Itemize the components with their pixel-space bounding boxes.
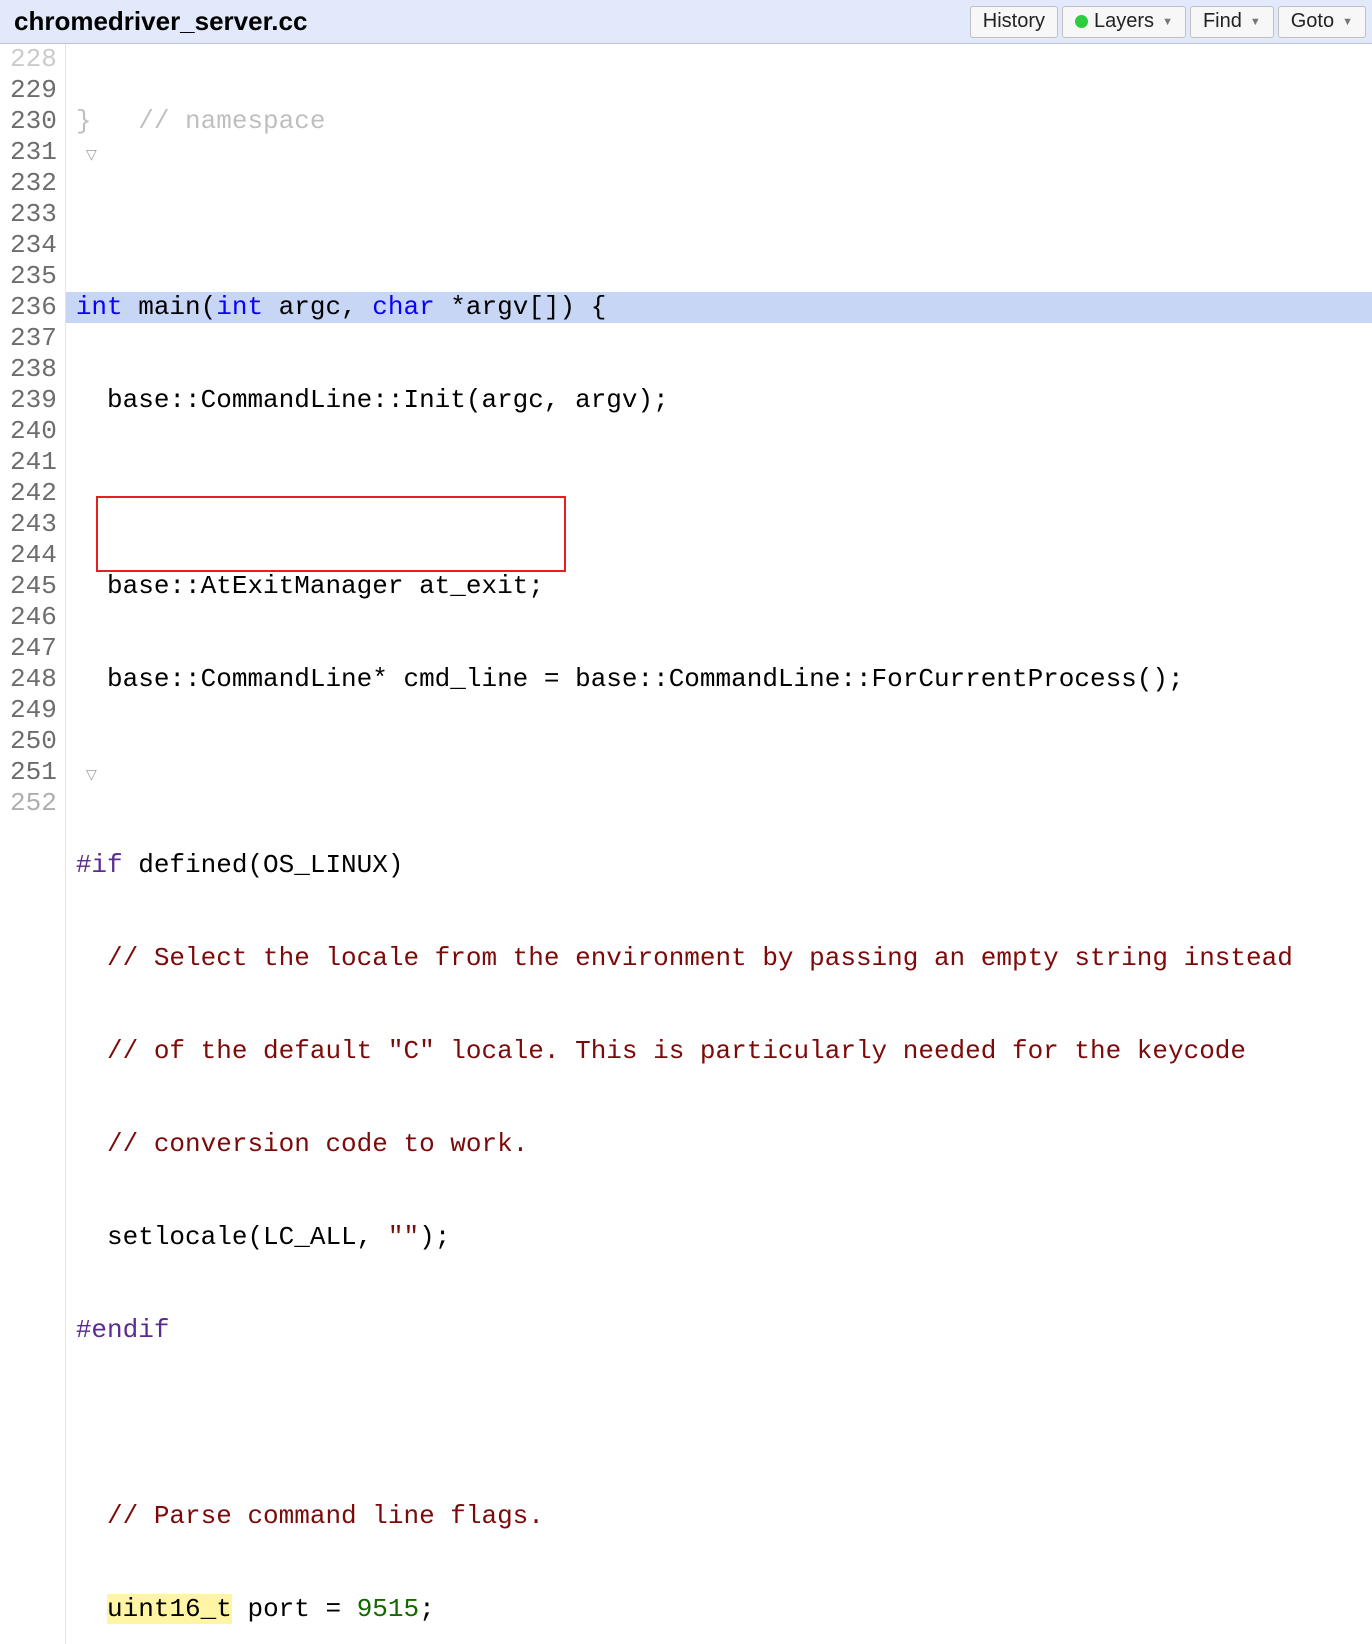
- code-line[interactable]: [66, 478, 1372, 509]
- goto-label: Goto: [1291, 10, 1334, 33]
- line-number: 239: [10, 385, 57, 416]
- code-line[interactable]: #endif: [66, 1315, 1372, 1346]
- line-number: 248: [10, 664, 57, 695]
- code-line[interactable]: // conversion code to work.: [66, 1129, 1372, 1160]
- code-line[interactable]: [66, 1408, 1372, 1439]
- line-number: 246: [10, 602, 57, 633]
- line-number: 240: [10, 416, 57, 447]
- line-number: 228: [10, 44, 57, 75]
- code-line[interactable]: #if defined(OS_LINUX): [66, 850, 1372, 881]
- line-number: 245: [10, 571, 57, 602]
- line-number: 243: [10, 509, 57, 540]
- code-content[interactable]: } // namespace int main(int argc, char *…: [66, 44, 1372, 1644]
- line-number-gutter: 228 229 230 231 232 233 234 235 236 237 …: [0, 44, 66, 1644]
- line-number: 238: [10, 354, 57, 385]
- code-line[interactable]: [66, 199, 1372, 230]
- fold-toggle-icon[interactable]: ▽: [86, 761, 97, 792]
- history-button[interactable]: History: [970, 6, 1058, 38]
- line-number: 229: [10, 75, 57, 106]
- filename-label: chromedriver_server.cc: [14, 6, 307, 37]
- line-number: 247: [10, 633, 57, 664]
- chevron-down-icon: ▼: [1250, 16, 1261, 28]
- toolbar: History Layers ▼ Find ▼ Goto ▼: [970, 6, 1366, 38]
- code-line[interactable]: uint16_t port = 9515;: [66, 1594, 1372, 1625]
- history-label: History: [983, 10, 1045, 33]
- line-number: 251: [10, 757, 57, 788]
- code-viewer[interactable]: 228 229 230 231 232 233 234 235 236 237 …: [0, 44, 1372, 1644]
- line-number: 230: [10, 106, 57, 137]
- line-number: 250: [10, 726, 57, 757]
- line-number: 231: [10, 137, 57, 168]
- code-line[interactable]: setlocale(LC_ALL, "");: [66, 1222, 1372, 1253]
- code-line[interactable]: base::CommandLine* cmd_line = base::Comm…: [66, 664, 1372, 695]
- line-number: 249: [10, 695, 57, 726]
- find-button[interactable]: Find ▼: [1190, 6, 1274, 38]
- status-dot-icon: [1075, 15, 1088, 28]
- layers-button[interactable]: Layers ▼: [1062, 6, 1186, 38]
- goto-button[interactable]: Goto ▼: [1278, 6, 1366, 38]
- line-number: 241: [10, 447, 57, 478]
- code-line[interactable]: [66, 757, 1372, 788]
- line-number: 237: [10, 323, 57, 354]
- code-line[interactable]: } // namespace: [66, 106, 1372, 137]
- code-line[interactable]: base::AtExitManager at_exit;: [66, 571, 1372, 602]
- code-line[interactable]: base::CommandLine::Init(argc, argv);: [66, 385, 1372, 416]
- line-number: 244: [10, 540, 57, 571]
- code-line[interactable]: // Parse command line flags.: [66, 1501, 1372, 1532]
- line-number: 232: [10, 168, 57, 199]
- layers-label: Layers: [1094, 10, 1154, 33]
- header-bar: chromedriver_server.cc History Layers ▼ …: [0, 0, 1372, 44]
- code-line-highlighted[interactable]: int main(int argc, char *argv[]) {: [66, 292, 1372, 323]
- chevron-down-icon: ▼: [1162, 16, 1173, 28]
- line-number: 236: [10, 292, 57, 323]
- code-line[interactable]: // Select the locale from the environmen…: [66, 943, 1372, 974]
- find-label: Find: [1203, 10, 1242, 33]
- line-number: 242: [10, 478, 57, 509]
- line-number: 252: [10, 788, 57, 819]
- chevron-down-icon: ▼: [1342, 16, 1353, 28]
- line-number: 233: [10, 199, 57, 230]
- fold-toggle-icon[interactable]: ▽: [86, 141, 97, 172]
- code-line[interactable]: // of the default "C" locale. This is pa…: [66, 1036, 1372, 1067]
- line-number: 235: [10, 261, 57, 292]
- line-number: 234: [10, 230, 57, 261]
